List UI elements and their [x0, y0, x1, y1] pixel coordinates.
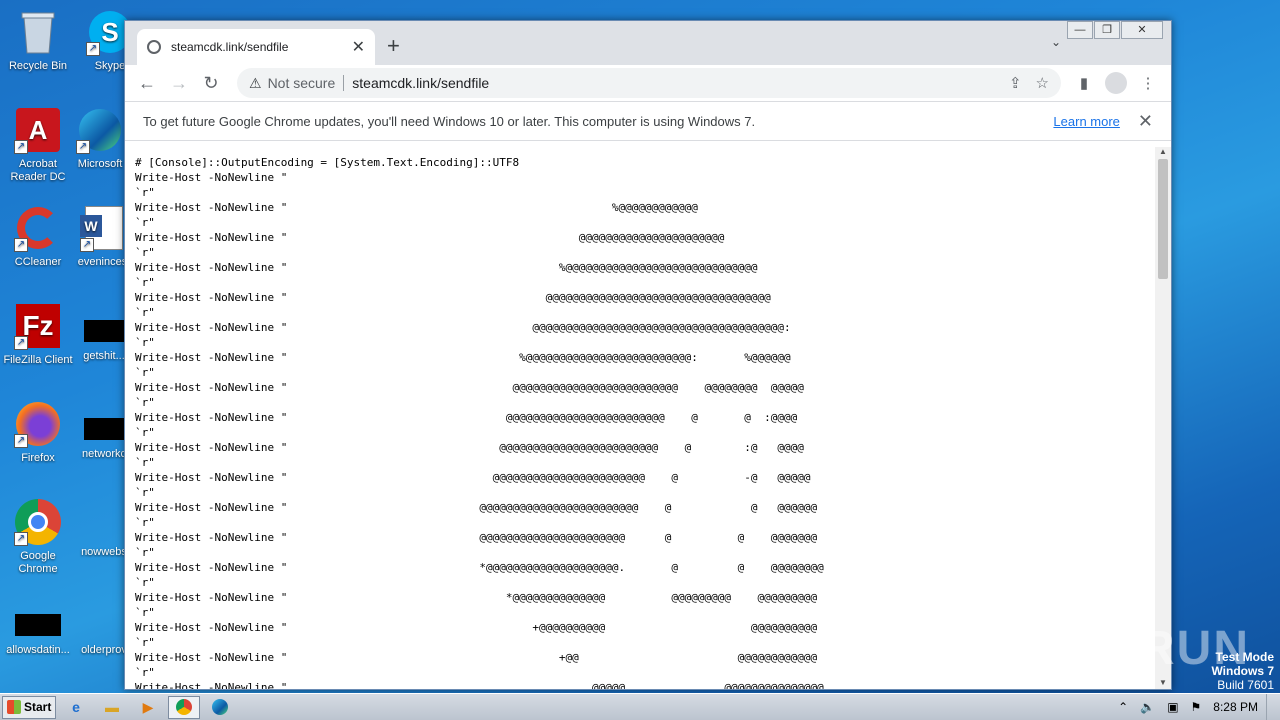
- desktop-icon-label: Google Chrome: [18, 550, 58, 575]
- show-desktop-button[interactable]: [1266, 693, 1280, 720]
- taskbar-media-player-icon[interactable]: ▶: [132, 696, 164, 719]
- test-mode-line: Test Mode: [1215, 650, 1274, 664]
- page-plain-text: # [Console]::OutputEncoding = [System.Te…: [135, 156, 824, 689]
- taskbar: Start e ▬ ▶ ⌃ 🔈 ▣ ⚑ 8:28 PM: [0, 693, 1280, 720]
- close-window-button[interactable]: ✕: [1121, 21, 1163, 39]
- browser-tab[interactable]: steamcdk.link/sendfile ✕: [137, 29, 375, 65]
- browser-toolbar: ← → ↻ ⚠ Not secure steamcdk.link/sendfil…: [125, 65, 1171, 101]
- vertical-scrollbar[interactable]: ▲ ▼: [1155, 147, 1171, 689]
- globe-icon: [147, 40, 161, 54]
- windows-version-line: Windows 7: [1211, 664, 1274, 678]
- desktop-icon-chrome[interactable]: ↗ Google Chrome: [0, 498, 76, 576]
- recycle-bin-icon: [14, 8, 62, 56]
- file-icon: [80, 316, 128, 346]
- tab-close-icon[interactable]: ✕: [352, 37, 365, 57]
- action-center-flag-icon[interactable]: ⚑: [1191, 700, 1202, 714]
- system-tray: ⌃ 🔈 ▣ ⚑ 8:28 PM: [1112, 693, 1280, 720]
- firefox-icon: ↗: [14, 400, 62, 448]
- acrobat-icon: A ↗: [14, 106, 62, 154]
- bookmark-star-icon[interactable]: ☆: [1036, 74, 1049, 92]
- edge-icon: ↗: [76, 106, 124, 154]
- title-bar: steamcdk.link/sendfile ✕ + ⌄ — ❐ ✕: [125, 21, 1171, 65]
- windows-flag-icon: [7, 700, 21, 714]
- desktop-icon-recycle-bin[interactable]: Recycle Bin: [0, 8, 76, 73]
- desktop-icon-firefox[interactable]: ↗ Firefox: [0, 400, 76, 465]
- desktop-icon-ccleaner[interactable]: ↗ CCleaner: [0, 204, 76, 269]
- ccleaner-icon: ↗: [14, 204, 62, 252]
- file-icon: [80, 414, 128, 444]
- divider: [343, 75, 345, 91]
- infobar-message: To get future Google Chrome updates, you…: [143, 113, 756, 129]
- tray-expand-icon[interactable]: ⌃: [1118, 700, 1128, 714]
- taskbar-chrome-icon[interactable]: [168, 695, 200, 719]
- scroll-up-arrow-icon[interactable]: ▲: [1155, 147, 1171, 156]
- file-icon: [14, 610, 62, 640]
- clock[interactable]: 8:28 PM: [1213, 700, 1258, 714]
- tab-title: steamcdk.link/sendfile: [171, 40, 289, 54]
- file-icon: [80, 512, 128, 542]
- scroll-down-arrow-icon[interactable]: ▼: [1155, 678, 1171, 687]
- url-text[interactable]: steamcdk.link/sendfile: [352, 75, 995, 91]
- start-label: Start: [24, 700, 52, 714]
- restore-button[interactable]: ❐: [1094, 21, 1120, 39]
- warning-icon[interactable]: ⚠: [249, 75, 262, 92]
- desktop-icon-label: allowsdatin...: [6, 644, 70, 656]
- infobar-close-icon[interactable]: ✕: [1138, 111, 1153, 132]
- desktop-icon-filezilla[interactable]: Fz ↗ FileZilla Client: [0, 302, 76, 367]
- tab-search-chevron-icon[interactable]: ⌄: [1051, 35, 1061, 49]
- build-line: Build 7601: [1217, 678, 1274, 692]
- taskbar-explorer-icon[interactable]: ▬: [96, 696, 128, 719]
- minimize-button[interactable]: —: [1067, 21, 1093, 39]
- more-menu-icon[interactable]: ⋮: [1133, 74, 1163, 92]
- scrollbar-thumb[interactable]: [1158, 159, 1168, 279]
- start-button[interactable]: Start: [2, 695, 56, 719]
- reload-icon[interactable]: ↻: [197, 73, 225, 94]
- filezilla-icon: Fz ↗: [14, 302, 62, 350]
- desktop-icon-label: CCleaner: [14, 256, 62, 268]
- side-panel-icon[interactable]: ▮: [1069, 74, 1099, 92]
- taskbar-ie-icon[interactable]: e: [60, 696, 92, 719]
- share-icon[interactable]: ⇪: [1009, 74, 1022, 92]
- new-tab-button[interactable]: +: [387, 33, 400, 59]
- back-arrow-icon[interactable]: ←: [133, 73, 161, 94]
- volume-icon[interactable]: 🔈: [1140, 700, 1155, 714]
- address-bar[interactable]: ⚠ Not secure steamcdk.link/sendfile ⇪ ☆: [237, 68, 1061, 98]
- security-label[interactable]: Not secure: [268, 75, 336, 91]
- window-controls: — ❐ ✕: [1066, 21, 1163, 39]
- profile-avatar-icon[interactable]: [1105, 72, 1127, 94]
- network-icon[interactable]: ▣: [1167, 700, 1178, 714]
- desktop-icon-label: FileZilla Client: [3, 354, 73, 366]
- desktop-icon-label: Firefox: [21, 452, 55, 464]
- forward-arrow-icon[interactable]: →: [165, 73, 193, 94]
- browser-window: steamcdk.link/sendfile ✕ + ⌄ — ❐ ✕ ← → ↻…: [124, 20, 1172, 690]
- file-icon: [80, 610, 128, 640]
- update-infobar: To get future Google Chrome updates, you…: [125, 101, 1171, 141]
- taskbar-edge-icon[interactable]: [204, 696, 236, 719]
- chrome-icon: ↗: [14, 498, 62, 546]
- desktop-icon-allowsdatin[interactable]: allowsdatin...: [0, 610, 76, 657]
- page-content: # [Console]::OutputEncoding = [System.Te…: [125, 147, 1155, 689]
- word-icon: W ↗: [80, 204, 128, 252]
- learn-more-link[interactable]: Learn more: [1053, 114, 1119, 129]
- desktop-icon-label: Recycle Bin: [8, 60, 68, 72]
- test-mode-notice: Test Mode Windows 7 Build 7601: [1211, 650, 1274, 692]
